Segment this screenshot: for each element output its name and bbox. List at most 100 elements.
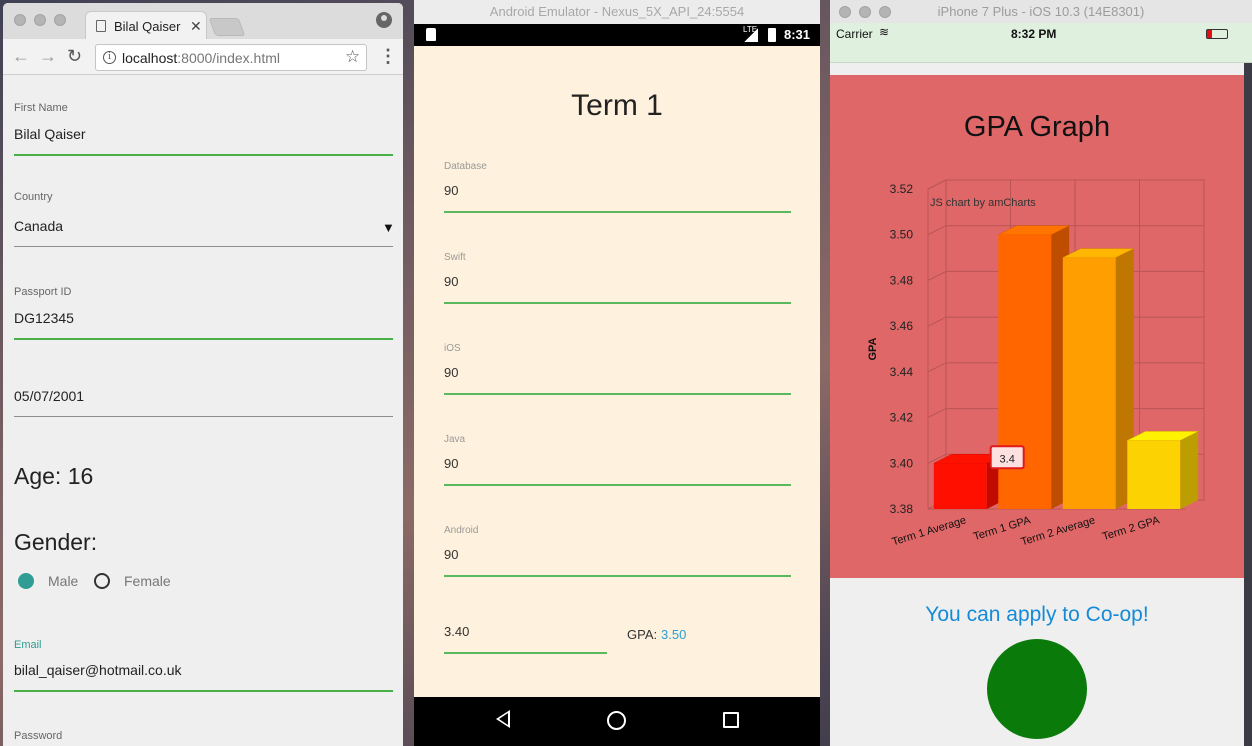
first-name-field[interactable]: Bilal Qaiser	[14, 126, 86, 142]
battery-icon	[768, 28, 776, 42]
male-label: Male	[48, 573, 79, 589]
minimize-window-icon[interactable]	[859, 6, 871, 18]
database-input[interactable]: 90	[444, 183, 458, 198]
carrier-label: Carrier	[836, 27, 873, 41]
first-name-label: First Name	[14, 102, 68, 114]
term-heading: Term 1	[571, 89, 663, 122]
y-tick-label: 3.40	[890, 456, 914, 470]
gender-heading: Gender:	[14, 529, 98, 555]
age-text: Age: 16	[14, 463, 94, 489]
url-text: localhost:8000/index.html	[122, 50, 280, 66]
close-tab-icon[interactable]: ✕	[190, 18, 202, 35]
country-label: Country	[14, 191, 53, 203]
zoom-window-icon[interactable]	[54, 14, 66, 26]
address-bar[interactable]: i localhost:8000/index.html ☆	[95, 44, 367, 71]
minimize-window-icon[interactable]	[34, 14, 46, 26]
close-window-icon[interactable]	[839, 6, 851, 18]
new-tab-button[interactable]	[208, 18, 246, 36]
coop-message: You can apply to Co-op!	[925, 603, 1149, 626]
chart-balloon-text: 3.4	[1000, 453, 1015, 465]
country-underline	[14, 246, 393, 247]
ios-simulator-window: iPhone 7 Plus - iOS 10.3 (14E8301) Carri…	[830, 0, 1252, 746]
email-label: Email	[14, 639, 42, 651]
bar	[1127, 440, 1181, 509]
gridline-depth	[927, 362, 947, 373]
android-nav-bar	[414, 697, 820, 746]
gpa-value: 3.50	[661, 627, 687, 642]
y-tick-label: 3.52	[890, 182, 914, 196]
url-path: :8000/index.html	[177, 50, 280, 66]
web-page: First Name Bilal Qaiser Country Canada ▼…	[3, 76, 403, 746]
chart-watermark: JS chart by amCharts	[930, 197, 1036, 209]
gpa-label: GPA:	[627, 627, 658, 642]
wifi-icon: ≋	[879, 25, 890, 39]
y-tick-label: 3.50	[890, 228, 914, 242]
x-tick-label: Term 1 Average	[891, 514, 968, 548]
male-radio[interactable]	[18, 573, 34, 589]
back-triangle-icon[interactable]	[496, 710, 510, 728]
page-edge	[1244, 63, 1252, 746]
browser-tab[interactable]: Bilal Qaiser ✕	[85, 11, 207, 40]
email-field[interactable]: bilal_qaiser@hotmail.co.uk	[14, 662, 182, 678]
bookmark-star-icon[interactable]: ☆	[345, 47, 360, 67]
ios-nav-band	[830, 45, 1252, 63]
android-emulator-window: Android Emulator - Nexus_5X_API_24:5554 …	[414, 0, 820, 746]
y-tick-label: 3.46	[890, 319, 914, 333]
gridline-depth	[927, 225, 947, 236]
android-status-time: 8:31	[784, 27, 811, 42]
reload-icon[interactable]: ↻	[67, 46, 82, 67]
gridline-depth	[927, 270, 947, 281]
gpa-graph-card: GPA Graph 3.52 3.50 3.48 3.46 3.44 3.42 3.40 3.…	[830, 75, 1244, 578]
java-input[interactable]: 90	[444, 456, 458, 471]
chrome-toolbar: ← → ↻ i localhost:8000/index.html ☆ ⋮	[3, 39, 403, 75]
recents-square-icon[interactable]	[723, 712, 739, 728]
date-field[interactable]: 05/07/2001	[14, 388, 84, 404]
gridline-depth	[927, 179, 947, 190]
passport-label: Passport ID	[14, 286, 72, 298]
gridline-depth	[927, 316, 947, 327]
y-axis-label: GPA	[867, 337, 879, 360]
date-underline	[14, 416, 393, 417]
android-underline	[444, 575, 791, 577]
dropdown-arrow-icon[interactable]: ▼	[382, 220, 395, 235]
chrome-window: Bilal Qaiser ✕ ← → ↻ i localhost:8000/in…	[3, 3, 403, 746]
info-icon[interactable]: i	[103, 51, 116, 64]
email-underline	[14, 690, 393, 692]
tab-title: Bilal Qaiser	[114, 19, 181, 34]
swift-underline	[444, 302, 791, 304]
ios-status-bar: Carrier ≋ 8:32 PM	[830, 23, 1252, 45]
signal-icon	[744, 28, 758, 42]
bar	[933, 463, 987, 509]
zoom-window-icon[interactable]	[879, 6, 891, 18]
y-tick-label: 3.48	[890, 273, 914, 287]
simulator-title-text: iPhone 7 Plus - iOS 10.3 (14E8301)	[937, 4, 1145, 19]
java-underline	[444, 484, 791, 486]
country-select[interactable]: Canada	[14, 218, 63, 234]
chrome-menu-icon[interactable]: ⋮	[379, 46, 397, 67]
url-host: localhost	[122, 50, 178, 66]
emulator-title: Android Emulator - Nexus_5X_API_24:5554	[414, 0, 820, 24]
swift-input[interactable]: 90	[444, 274, 458, 289]
ios-input[interactable]: 90	[444, 365, 458, 380]
y-tick-label: 3.38	[890, 502, 914, 516]
document-icon	[96, 20, 106, 32]
swift-label: Swift	[444, 252, 466, 263]
ios-status-time: 8:32 PM	[1011, 27, 1057, 41]
forward-arrow-icon[interactable]: →	[39, 46, 57, 67]
close-window-icon[interactable]	[14, 14, 26, 26]
average-underline	[444, 652, 607, 654]
average-value: 3.40	[444, 624, 470, 639]
y-tick-label: 3.44	[890, 365, 914, 379]
password-label: Password	[14, 730, 63, 742]
back-arrow-icon[interactable]: ←	[12, 46, 30, 67]
passport-field[interactable]: DG12345	[14, 310, 74, 326]
y-tick-label: 3.42	[890, 411, 914, 425]
android-app-screen: Term 1 Database 90 Swift 90 iOS 90 Java …	[414, 46, 820, 697]
passport-underline	[14, 338, 393, 340]
profile-icon[interactable]	[376, 12, 392, 28]
female-radio[interactable]	[94, 573, 110, 589]
android-input[interactable]: 90	[444, 547, 458, 562]
gpa-chart: 3.52 3.50 3.48 3.46 3.44 3.42 3.40 3.38 JS chart…	[867, 179, 1205, 548]
home-circle-icon[interactable]	[607, 711, 626, 730]
bar	[1062, 257, 1116, 509]
